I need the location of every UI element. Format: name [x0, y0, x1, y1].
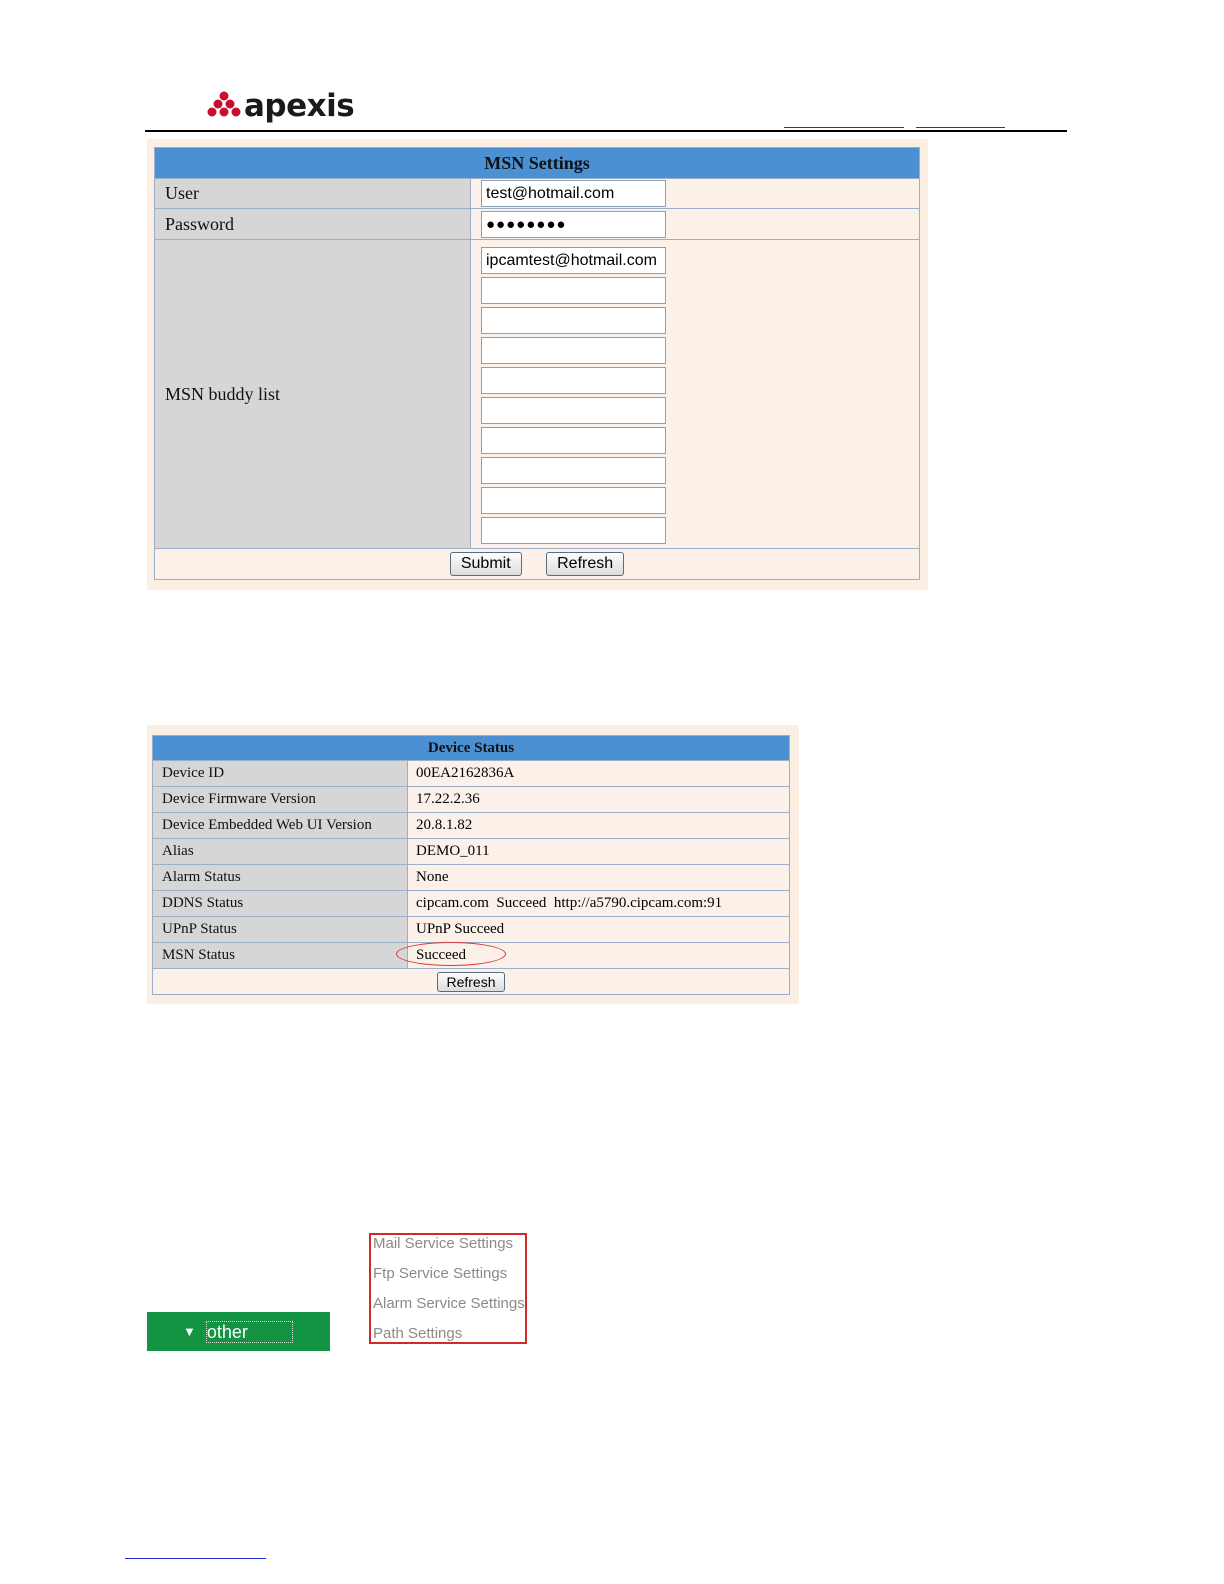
firmware-version-value: 17.22.2.36 [407, 786, 790, 813]
password-input[interactable] [481, 210, 666, 238]
upnp-status-label: UPnP Status [152, 916, 408, 943]
firmware-version-label: Device Firmware Version [152, 786, 408, 813]
web-ui-version-label: Device Embedded Web UI Version [152, 812, 408, 839]
msn-buddy-list-label: MSN buddy list [154, 239, 471, 549]
buddy-input[interactable] [481, 367, 666, 394]
highlight-ellipse [396, 942, 506, 966]
ddns-status-value: cipcam.com Succeed http://a5790.cipcam.c… [407, 890, 790, 917]
buddy-input[interactable] [481, 517, 666, 544]
ddns-status-label: DDNS Status [152, 890, 408, 917]
apexis-logo-icon [207, 91, 241, 117]
buddy-input[interactable] [481, 337, 666, 364]
alarm-status-value: None [407, 864, 790, 891]
other-menu-label: other [205, 1320, 293, 1343]
buddy-input[interactable] [481, 277, 666, 304]
refresh-button[interactable]: Refresh [546, 552, 625, 576]
other-menu-toggle[interactable]: ▼ other [147, 1312, 330, 1351]
alias-label: Alias [152, 838, 408, 865]
user-label: User [154, 178, 471, 209]
upnp-status-value: UPnP Succeed [407, 916, 790, 943]
menu-item-path-settings[interactable]: Path Settings [373, 1325, 462, 1342]
submit-button[interactable]: Submit [449, 552, 522, 576]
web-ui-version-value: 20.8.1.82 [407, 812, 790, 839]
status-refresh-button[interactable]: Refresh [437, 971, 505, 992]
user-input[interactable] [481, 180, 666, 207]
apexis-logo: apexis [207, 86, 355, 126]
msn-status-label: MSN Status [152, 942, 408, 969]
buddy-input[interactable] [481, 397, 666, 424]
msn-settings-title: MSN Settings [154, 147, 920, 179]
device-id-label: Device ID [152, 760, 408, 787]
header-link[interactable] [784, 117, 904, 128]
msn-actions-row: Submit Refresh [154, 548, 920, 580]
msn-settings-table: MSN Settings User Password MSN buddy lis… [154, 147, 920, 580]
password-label: Password [154, 208, 471, 240]
menu-item-mail-service[interactable]: Mail Service Settings [373, 1235, 513, 1252]
device-status-actions-row: Refresh [152, 968, 790, 995]
triangle-down-icon: ▼ [183, 1324, 196, 1339]
alarm-status-label: Alarm Status [152, 864, 408, 891]
msn-status-cell: Succeed [396, 942, 790, 969]
menu-item-alarm-service[interactable]: Alarm Service Settings [373, 1295, 525, 1312]
menu-item-ftp-service[interactable]: Ftp Service Settings [373, 1265, 507, 1282]
buddy-input[interactable] [481, 457, 666, 484]
footer-link[interactable] [125, 1558, 266, 1559]
buddy-input[interactable] [481, 487, 666, 514]
device-status-title: Device Status [152, 735, 790, 761]
device-status-table: Device Status Device ID 00EA2162836A Dev… [152, 735, 790, 995]
device-id-value: 00EA2162836A [407, 760, 790, 787]
alias-value: DEMO_011 [407, 838, 790, 865]
buddy-input[interactable] [481, 307, 666, 334]
other-submenu: Mail Service Settings Ftp Service Settin… [369, 1233, 527, 1344]
buddy-input[interactable] [481, 247, 666, 274]
header-link[interactable] [916, 117, 1005, 128]
logo-wordmark: apexis [244, 88, 355, 124]
header-divider [145, 130, 1067, 132]
buddy-input[interactable] [481, 427, 666, 454]
